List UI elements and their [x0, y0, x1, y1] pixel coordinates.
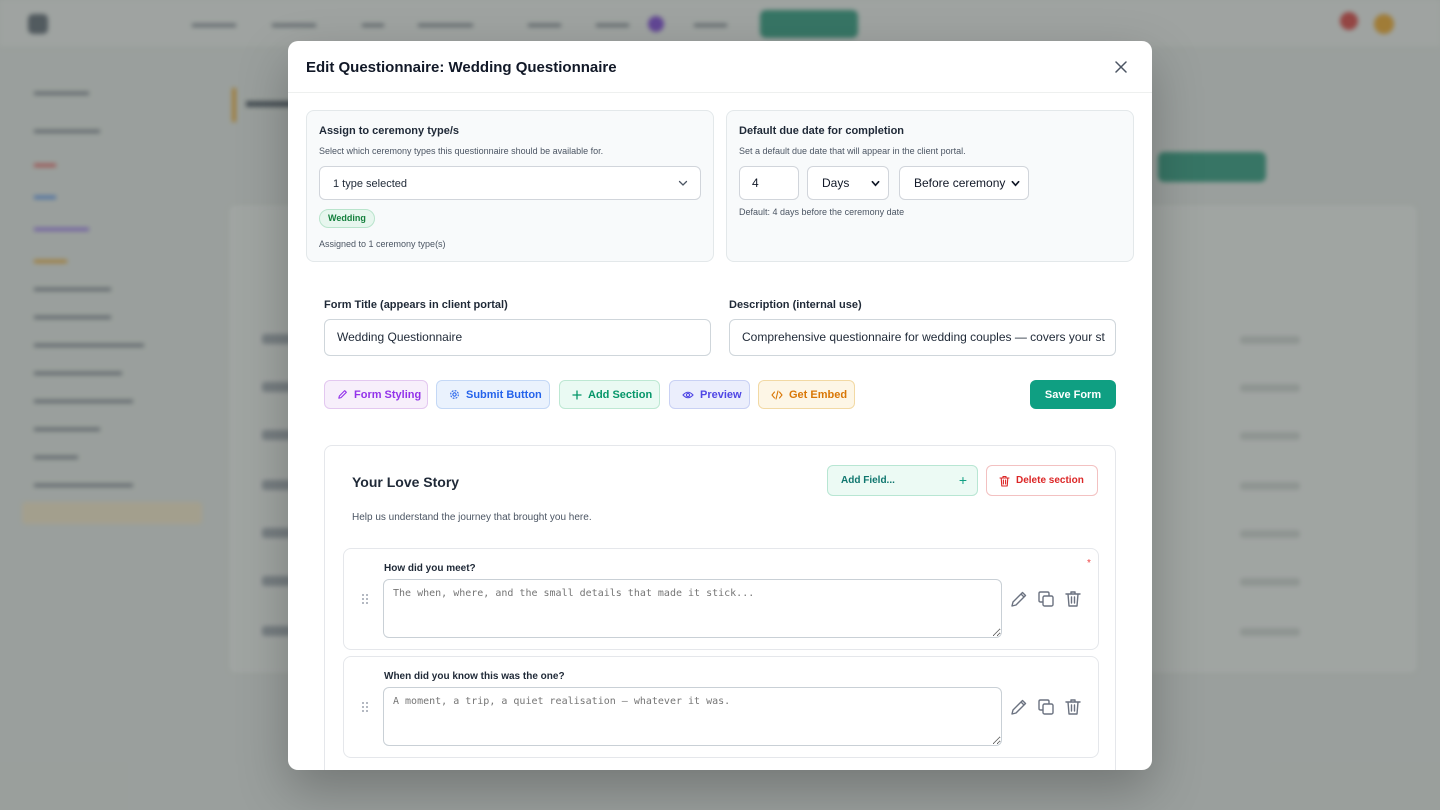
edit-questionnaire-modal: Edit Questionnaire: Wedding Questionnair… — [288, 41, 1152, 770]
ceremony-tag-wedding: Wedding — [319, 209, 375, 228]
edit-icon[interactable] — [1009, 589, 1029, 609]
add-section-label: Add Section — [588, 388, 653, 401]
eye-icon — [682, 391, 694, 398]
drag-handle-icon[interactable] — [361, 701, 369, 713]
form-section: Your Love Story Help us understand the j… — [324, 445, 1116, 770]
delete-section-label: Delete section — [1016, 475, 1084, 486]
get-embed-label: Get Embed — [789, 388, 848, 401]
close-icon — [1115, 61, 1127, 73]
question-card: How did you meet? * — [343, 548, 1099, 650]
save-form-button[interactable]: Save Form — [1030, 380, 1116, 409]
assign-ceremony-panel: Assign to ceremony type/s Select which c… — [306, 110, 714, 262]
due-default-note: Default: 4 days before the ceremony date — [739, 207, 905, 217]
due-unit-select[interactable]: Days — [807, 166, 889, 200]
trash-icon[interactable] — [1063, 697, 1083, 717]
description-label: Description (internal use) — [729, 299, 862, 311]
submit-button-settings[interactable]: Submit Button — [436, 380, 550, 409]
chevron-down-icon — [871, 180, 880, 187]
duplicate-icon[interactable] — [1036, 589, 1056, 609]
default-due-date-panel: Default due date for completion Set a de… — [726, 110, 1134, 262]
drag-handle-icon[interactable] — [361, 593, 369, 605]
duplicate-icon[interactable] — [1036, 697, 1056, 717]
due-relation-select[interactable]: Before ceremony — [899, 166, 1029, 200]
due-relation-value: Before ceremony — [914, 176, 1006, 190]
ceremony-type-select-value: 1 type selected — [333, 178, 407, 190]
preview-button[interactable]: Preview — [669, 380, 750, 409]
gear-icon — [450, 390, 459, 399]
form-styling-label: Form Styling — [354, 388, 422, 401]
close-button[interactable] — [1110, 56, 1132, 78]
question-answer-textarea[interactable] — [383, 579, 1002, 638]
modal-title: Edit Questionnaire: Wedding Questionnair… — [306, 59, 617, 76]
form-title-label: Form Title (appears in client portal) — [324, 299, 508, 311]
assign-panel-title: Assign to ceremony type/s — [319, 125, 459, 137]
required-indicator: * — [1087, 558, 1091, 569]
question-label: When did you know this was the one? — [384, 671, 565, 682]
assign-panel-subtitle: Select which ceremony types this questio… — [319, 146, 604, 156]
form-title-input[interactable]: Wedding Questionnaire — [324, 319, 711, 356]
pencil-icon — [338, 390, 347, 399]
due-amount-input[interactable]: 4 — [739, 166, 799, 200]
ceremony-type-select[interactable]: 1 type selected — [319, 166, 701, 200]
due-panel-title: Default due date for completion — [739, 125, 905, 137]
add-section-button[interactable]: Add Section — [559, 380, 660, 409]
description-input[interactable]: Comprehensive questionnaire for wedding … — [729, 319, 1116, 356]
plus-icon: + — [958, 472, 967, 488]
trash-icon[interactable] — [1063, 589, 1083, 609]
add-field-dropdown[interactable]: Add Field... + — [827, 465, 978, 496]
chevron-down-icon — [678, 180, 688, 186]
preview-label: Preview — [700, 388, 742, 401]
due-unit-value: Days — [822, 176, 850, 190]
plus-icon — [572, 389, 582, 400]
get-embed-button[interactable]: Get Embed — [758, 380, 855, 409]
chevron-down-icon — [1011, 180, 1020, 187]
code-icon — [771, 389, 783, 400]
assigned-count-note: Assigned to 1 ceremony type(s) — [319, 239, 446, 249]
question-answer-textarea[interactable] — [383, 687, 1002, 746]
trash-icon — [999, 475, 1010, 487]
edit-icon[interactable] — [1009, 697, 1029, 717]
modal-header: Edit Questionnaire: Wedding Questionnair… — [288, 41, 1152, 93]
add-field-label: Add Field... — [841, 475, 895, 486]
submit-button-label: Submit Button — [466, 388, 542, 401]
question-label: How did you meet? — [384, 563, 476, 574]
form-styling-button[interactable]: Form Styling — [324, 380, 428, 409]
section-title[interactable]: Your Love Story — [352, 474, 459, 490]
question-card: When did you know this was the one? — [343, 656, 1099, 758]
section-description[interactable]: Help us understand the journey that brou… — [352, 512, 592, 523]
delete-section-button[interactable]: Delete section — [986, 465, 1098, 496]
due-panel-subtitle: Set a default due date that will appear … — [739, 146, 966, 156]
